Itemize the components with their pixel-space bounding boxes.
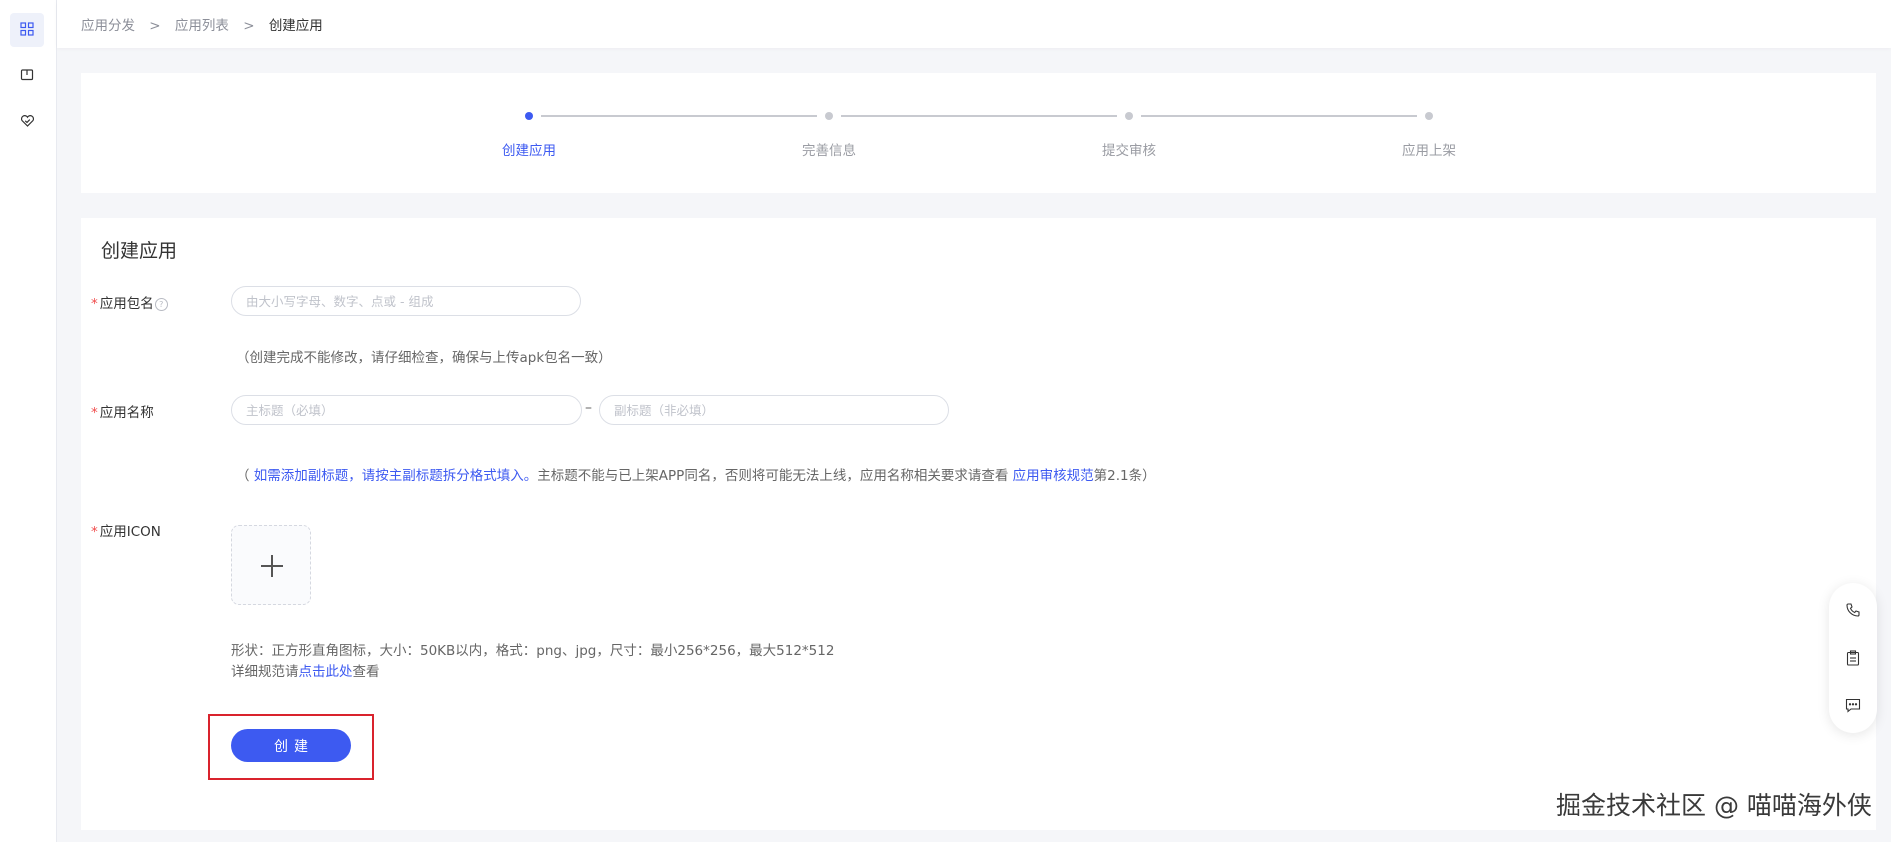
message-icon[interactable]	[1842, 694, 1864, 716]
step-dot-2	[825, 112, 833, 120]
step-dot-3	[1125, 112, 1133, 120]
phone-icon[interactable]	[1842, 599, 1864, 621]
breadcrumb-app-list[interactable]: 应用列表	[175, 18, 229, 34]
step-label-publish: 应用上架	[1402, 143, 1456, 159]
step-label-complete-info: 完善信息	[802, 143, 856, 159]
help-icon[interactable]: ?	[154, 298, 168, 311]
breadcrumb-app-distribution[interactable]: 应用分发	[81, 18, 135, 34]
icon-spec-text: 形状：正方形直角图标，大小：50KB以内，格式：png、jpg，尺寸：最小256…	[231, 643, 835, 659]
sidebar	[0, 0, 57, 842]
book-icon	[20, 67, 34, 86]
create-app-form: 创建应用 *应用包名? （创建完成不能修改，请仔细检查，确保与上传apk包名一致…	[81, 218, 1876, 830]
app-icon-label: * 应用ICON	[91, 524, 161, 540]
icon-detail-text: 详细规范请点击此处查看	[231, 664, 380, 680]
subtitle-format-link[interactable]: 如需添加副标题，请按主副标题拆分格式填入。	[254, 468, 538, 484]
breadcrumb-current: 创建应用	[268, 18, 323, 34]
heart-badge-icon	[20, 113, 35, 132]
clipboard-icon[interactable]	[1842, 647, 1864, 669]
breadcrumb-separator: >	[149, 18, 161, 34]
step-dot-1	[525, 112, 533, 120]
subtitle-input[interactable]	[599, 395, 949, 425]
required-mark: *	[91, 524, 98, 540]
icon-detail-link[interactable]: 点击此处	[299, 664, 353, 680]
breadcrumb: 应用分发 > 应用列表 > 创建应用	[81, 14, 323, 34]
icon-upload-button[interactable]	[231, 525, 311, 605]
required-mark: *	[91, 405, 98, 421]
grid-icon	[20, 21, 34, 40]
step-connector	[1141, 115, 1417, 117]
package-name-label: * 应用包名?	[91, 292, 168, 312]
step-connector	[841, 115, 1117, 117]
review-rules-link[interactable]: 应用审核规范	[1013, 468, 1094, 484]
step-label-submit-review: 提交审核	[1102, 143, 1156, 159]
package-name-input[interactable]	[231, 286, 581, 316]
steps-card: 创建应用 完善信息 提交审核 应用上架	[81, 73, 1876, 193]
sidebar-item-apps[interactable]	[10, 13, 44, 47]
breadcrumb-separator: >	[243, 18, 255, 34]
top-bar: 应用分发 > 应用列表 > 创建应用	[57, 0, 1891, 48]
step-label-create: 创建应用	[502, 143, 556, 159]
step-connector	[541, 115, 817, 117]
app-name-label: * 应用名称	[91, 405, 154, 421]
step-dot-4	[1425, 112, 1433, 120]
watermark: 掘金技术社区 @ 喵喵海外侠	[1556, 791, 1872, 820]
main-title-input[interactable]	[231, 395, 582, 425]
sidebar-item-docs[interactable]	[10, 59, 44, 93]
form-title: 创建应用	[101, 240, 178, 262]
create-button[interactable]: 创建	[231, 729, 351, 762]
required-mark: *	[91, 296, 98, 312]
package-name-hint: （创建完成不能修改，请仔细检查，确保与上传apk包名一致）	[236, 350, 612, 366]
floating-contact-panel	[1829, 583, 1877, 733]
title-separator: –	[585, 400, 592, 416]
app-name-hint: （ 如需添加副标题，请按主副标题拆分格式填入。主标题不能与已上架APP同名，否则…	[236, 468, 1156, 484]
sidebar-item-services[interactable]	[10, 105, 44, 139]
